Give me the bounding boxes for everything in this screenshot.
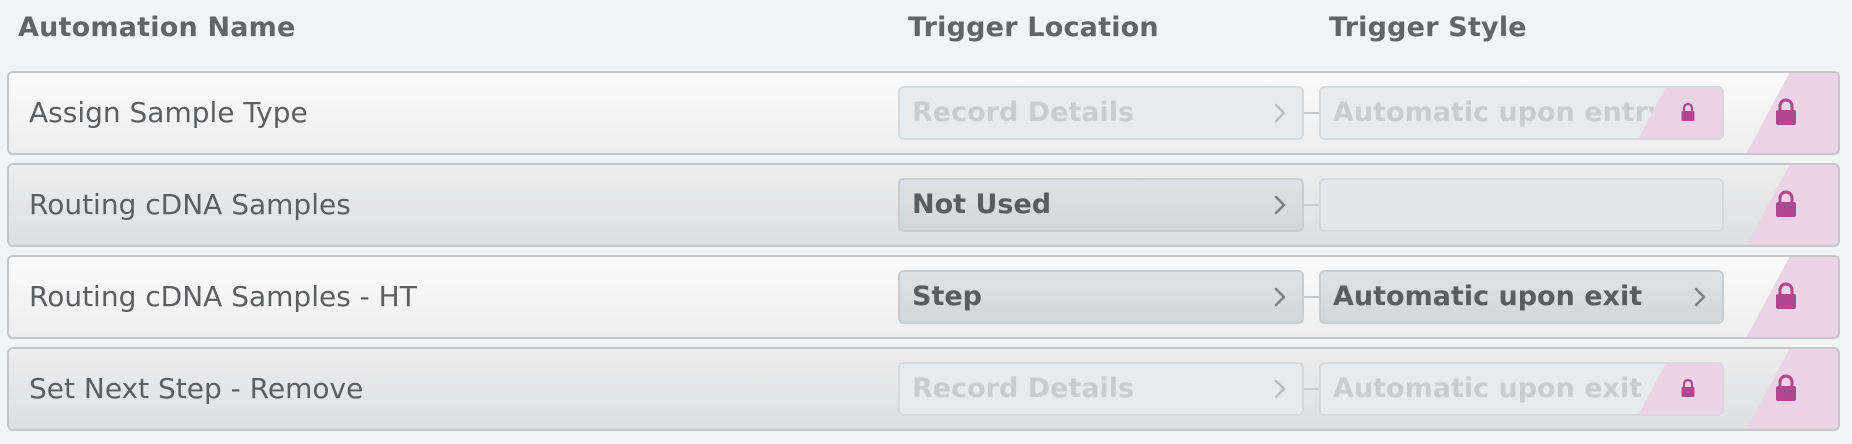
trigger-location-value: Record Details [912, 97, 1135, 128]
automation-name: Assign Sample Type [29, 96, 308, 129]
lock-icon[interactable] [1774, 97, 1798, 127]
column-header-automation-name: Automation Name [18, 12, 296, 43]
trigger-style-value: Automatic upon entry [1333, 97, 1666, 128]
trigger-style-value: Automatic upon exit [1333, 373, 1643, 404]
lock-icon[interactable] [1774, 281, 1798, 311]
field-connector [1304, 112, 1319, 114]
column-header-trigger-style: Trigger Style [1329, 12, 1527, 43]
lock-icon [1681, 102, 1695, 121]
trigger-location-select[interactable]: Not Used [898, 178, 1304, 232]
trigger-style-select[interactable]: Automatic upon exit [1319, 270, 1724, 324]
trigger-location-value: Not Used [912, 189, 1052, 220]
automation-row[interactable]: Routing cDNA Samples Not Used [7, 163, 1840, 247]
trigger-location-select: Record Details [898, 86, 1304, 140]
automation-name: Set Next Step - Remove [29, 372, 364, 405]
chevron-right-icon [1274, 379, 1286, 399]
chevron-right-icon [1274, 195, 1286, 215]
trigger-location-value: Record Details [912, 373, 1135, 404]
trigger-style-select: Automatic upon entry [1319, 86, 1724, 140]
trigger-location-value: Step [912, 281, 982, 312]
automation-row[interactable]: Routing cDNA Samples - HT Step Automatic… [7, 255, 1840, 339]
lock-icon[interactable] [1774, 373, 1798, 403]
automation-name: Routing cDNA Samples [29, 188, 351, 221]
chevron-right-icon [1694, 287, 1706, 307]
automations-table: Automation Name Trigger Location Trigger… [0, 0, 1852, 444]
chevron-right-icon [1274, 287, 1286, 307]
chevron-right-icon [1274, 103, 1286, 123]
trigger-style-value: Automatic upon exit [1333, 281, 1643, 312]
column-header-trigger-location: Trigger Location [908, 12, 1159, 43]
field-connector [1304, 388, 1319, 390]
table-header: Automation Name Trigger Location Trigger… [0, 0, 1852, 60]
automation-name: Routing cDNA Samples - HT [29, 280, 417, 313]
field-connector [1304, 296, 1319, 298]
trigger-style-select: Automatic upon exit [1319, 362, 1724, 416]
trigger-location-select[interactable]: Step [898, 270, 1304, 324]
trigger-location-select: Record Details [898, 362, 1304, 416]
field-connector [1304, 204, 1319, 206]
trigger-style-select [1319, 178, 1724, 232]
lock-icon[interactable] [1774, 189, 1798, 219]
automation-row[interactable]: Set Next Step - Remove Record Details Au… [7, 347, 1840, 431]
automation-row[interactable]: Assign Sample Type Record Details Automa… [7, 71, 1840, 155]
lock-icon [1681, 378, 1695, 397]
